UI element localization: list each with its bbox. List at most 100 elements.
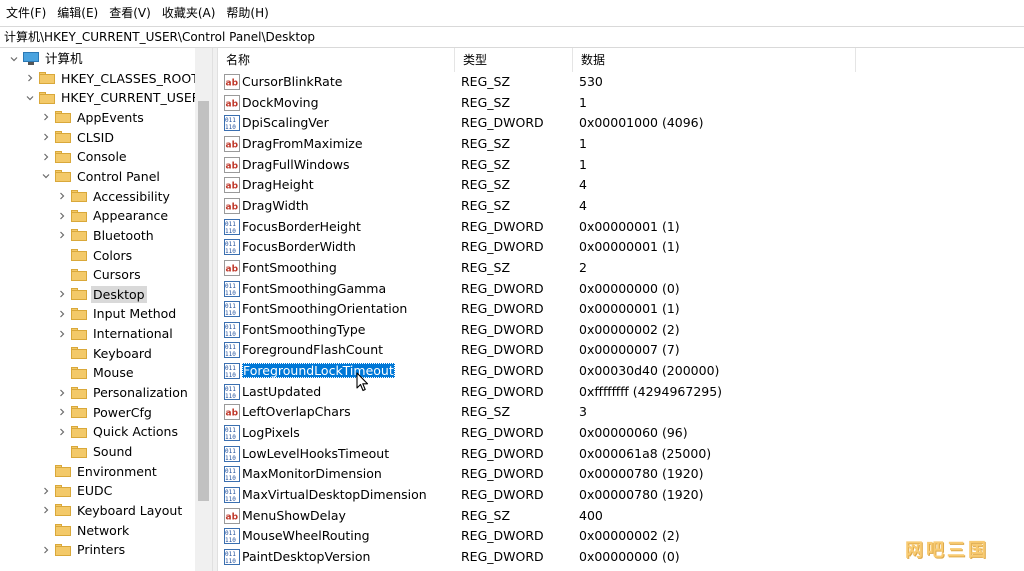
value-name-cell[interactable]: LeftOverlapChars [242, 402, 351, 422]
value-name-cell[interactable]: MenuShowDelay [242, 506, 346, 526]
value-name[interactable]: FocusBorderWidth [242, 239, 356, 254]
menu-item-3[interactable]: 收藏夹(A) [156, 0, 221, 27]
table-row[interactable]: 011 110 ForegroundFlashCount REG_DWORD 0x000… [218, 340, 1024, 360]
value-name[interactable]: LowLevelHooksTimeout [242, 446, 389, 461]
table-row[interactable]: 011 110 LowLevelHooksTimeout REG_DWORD 0x000… [218, 444, 1024, 464]
chevron-right-icon[interactable] [56, 304, 68, 323]
tree-item[interactable]: PowerCfg [56, 403, 154, 422]
table-row[interactable]: 011 110 FontSmoothingType REG_DWORD 0x000000… [218, 320, 1024, 340]
value-name-cell[interactable]: CursorBlinkRate [242, 72, 342, 92]
value-name[interactable]: LastUpdated [242, 384, 321, 399]
chevron-right-icon[interactable] [56, 422, 68, 441]
value-name-cell[interactable]: DpiScalingVer [242, 113, 329, 133]
value-name-cell[interactable]: DragWidth [242, 196, 309, 216]
value-name-cell[interactable]: DragFromMaximize [242, 134, 363, 154]
tree-item[interactable]: Accessibility [56, 187, 172, 206]
column-header-name[interactable]: 名称 [218, 48, 455, 72]
table-row[interactable]: 011 110 MaxMonitorDimension REG_DWORD 0x0000… [218, 464, 1024, 484]
value-name[interactable]: MaxVirtualDesktopDimension [242, 487, 427, 502]
value-name-cell[interactable]: FontSmoothing [242, 258, 337, 278]
tree-item[interactable]: Keyboard [56, 344, 154, 363]
table-row[interactable]: 011 110 ForegroundLockTimeout REG_DWORD 0x00… [218, 361, 1024, 381]
value-name[interactable]: MaxMonitorDimension [242, 466, 382, 481]
chevron-right-icon[interactable] [56, 383, 68, 402]
table-row[interactable]: 011 110 PaintDesktopVersion REG_DWORD 0x0000… [218, 547, 1024, 567]
value-name-cell[interactable]: PaintDesktopVersion [242, 547, 370, 567]
chevron-right-icon[interactable] [24, 69, 36, 88]
chevron-right-icon[interactable] [56, 206, 68, 225]
table-row[interactable]: ab LeftOverlapChars REG_SZ 3 [218, 402, 1024, 422]
table-row[interactable]: 011 110 LastUpdated REG_DWORD 0xffffffff (42… [218, 382, 1024, 402]
tree-item[interactable]: HKEY_CURRENT_USER [24, 88, 202, 107]
value-name[interactable]: FontSmoothing [242, 260, 337, 275]
table-row[interactable]: ab CursorBlinkRate REG_SZ 530 [218, 72, 1024, 92]
value-name-cell[interactable]: FontSmoothingType [242, 320, 366, 340]
tree-item[interactable]: Colors [56, 246, 134, 265]
value-name-cell[interactable]: ForegroundFlashCount [242, 340, 383, 360]
table-row[interactable]: 011 110 DpiScalingVer REG_DWORD 0x00001000 (… [218, 113, 1024, 133]
tree-item[interactable]: Environment [40, 462, 159, 481]
value-name-cell[interactable]: LowLevelHooksTimeout [242, 444, 389, 464]
chevron-right-icon[interactable] [56, 226, 68, 245]
address-path[interactable]: 计算机\HKEY_CURRENT_USER\Control Panel\Desk… [4, 27, 315, 47]
value-name[interactable]: ForegroundLockTimeout [242, 363, 395, 379]
value-name-cell[interactable]: MouseWheelRouting [242, 526, 370, 546]
table-row[interactable]: ab DragFromMaximize REG_SZ 1 [218, 134, 1024, 154]
tree-item[interactable]: International [56, 324, 175, 343]
value-name-cell[interactable]: ForegroundLockTimeout [242, 361, 395, 381]
value-name[interactable]: FontSmoothingType [242, 322, 366, 337]
value-name[interactable]: DockMoving [242, 95, 319, 110]
menu-item-0[interactable]: 文件(F) [0, 0, 51, 27]
table-row[interactable]: 011 110 FontSmoothingOrientation REG_DWORD 0… [218, 299, 1024, 319]
value-name[interactable]: CursorBlinkRate [242, 74, 342, 89]
value-name[interactable]: FontSmoothingGamma [242, 281, 386, 296]
value-name[interactable]: DragHeight [242, 177, 314, 192]
column-header-data[interactable]: 数据 [573, 48, 856, 72]
value-name-cell[interactable]: FontSmoothingGamma [242, 279, 386, 299]
table-row[interactable]: ab MenuShowDelay REG_SZ 400 [218, 506, 1024, 526]
chevron-down-icon[interactable] [8, 49, 20, 68]
table-row[interactable]: ab DragHeight REG_SZ 4 [218, 175, 1024, 195]
value-name-cell[interactable]: MaxVirtualDesktopDimension [242, 485, 427, 505]
tree-item[interactable]: Input Method [56, 304, 178, 323]
table-row[interactable]: ab DragWidth REG_SZ 4 [218, 196, 1024, 216]
tree-item[interactable]: Sound [56, 442, 134, 461]
tree-item[interactable]: Bluetooth [56, 226, 156, 245]
menu-item-2[interactable]: 查看(V) [103, 0, 156, 27]
chevron-right-icon[interactable] [40, 481, 52, 500]
value-name[interactable]: DragFullWindows [242, 157, 350, 172]
menu-item-4[interactable]: 帮助(H) [220, 0, 273, 27]
value-name[interactable]: DragFromMaximize [242, 136, 363, 151]
chevron-down-icon[interactable] [24, 88, 36, 107]
tree-scrollbar-thumb[interactable] [198, 101, 209, 501]
value-name[interactable]: LeftOverlapChars [242, 404, 351, 419]
chevron-right-icon[interactable] [40, 108, 52, 127]
chevron-down-icon[interactable] [40, 167, 52, 186]
table-row[interactable]: 011 110 FontSmoothingGamma REG_DWORD 0x00000… [218, 279, 1024, 299]
tree-item[interactable]: Quick Actions [56, 422, 180, 441]
value-name-cell[interactable]: DockMoving [242, 93, 319, 113]
table-row[interactable]: ab DockMoving REG_SZ 1 [218, 93, 1024, 113]
value-name[interactable]: MenuShowDelay [242, 508, 346, 523]
tree-item[interactable]: Control Panel [40, 167, 162, 186]
table-row[interactable]: 011 110 FocusBorderWidth REG_DWORD 0x0000000… [218, 237, 1024, 257]
chevron-right-icon[interactable] [40, 147, 52, 166]
chevron-right-icon[interactable] [56, 187, 68, 206]
tree-item[interactable]: Printers [40, 540, 127, 559]
value-name-cell[interactable]: DragHeight [242, 175, 314, 195]
table-row[interactable]: 011 110 FocusBorderHeight REG_DWORD 0x000000… [218, 217, 1024, 237]
tree-item[interactable]: Mouse [56, 363, 136, 382]
value-name[interactable]: DragWidth [242, 198, 309, 213]
value-name-cell[interactable]: MaxMonitorDimension [242, 464, 382, 484]
tree-item[interactable]: Console [40, 147, 129, 166]
chevron-right-icon[interactable] [40, 128, 52, 147]
value-name[interactable]: FontSmoothingOrientation [242, 301, 407, 316]
tree-item[interactable]: AppEvents [40, 108, 146, 127]
tree-item[interactable]: EUDC [40, 481, 114, 500]
chevron-right-icon[interactable] [56, 285, 68, 304]
column-header-type[interactable]: 类型 [455, 48, 573, 72]
table-row[interactable]: 011 110 LogPixels REG_DWORD 0x00000060 (96) [218, 423, 1024, 443]
tree-item[interactable]: Keyboard Layout [40, 501, 184, 520]
value-name[interactable]: ForegroundFlashCount [242, 342, 383, 357]
chevron-right-icon[interactable] [56, 403, 68, 422]
